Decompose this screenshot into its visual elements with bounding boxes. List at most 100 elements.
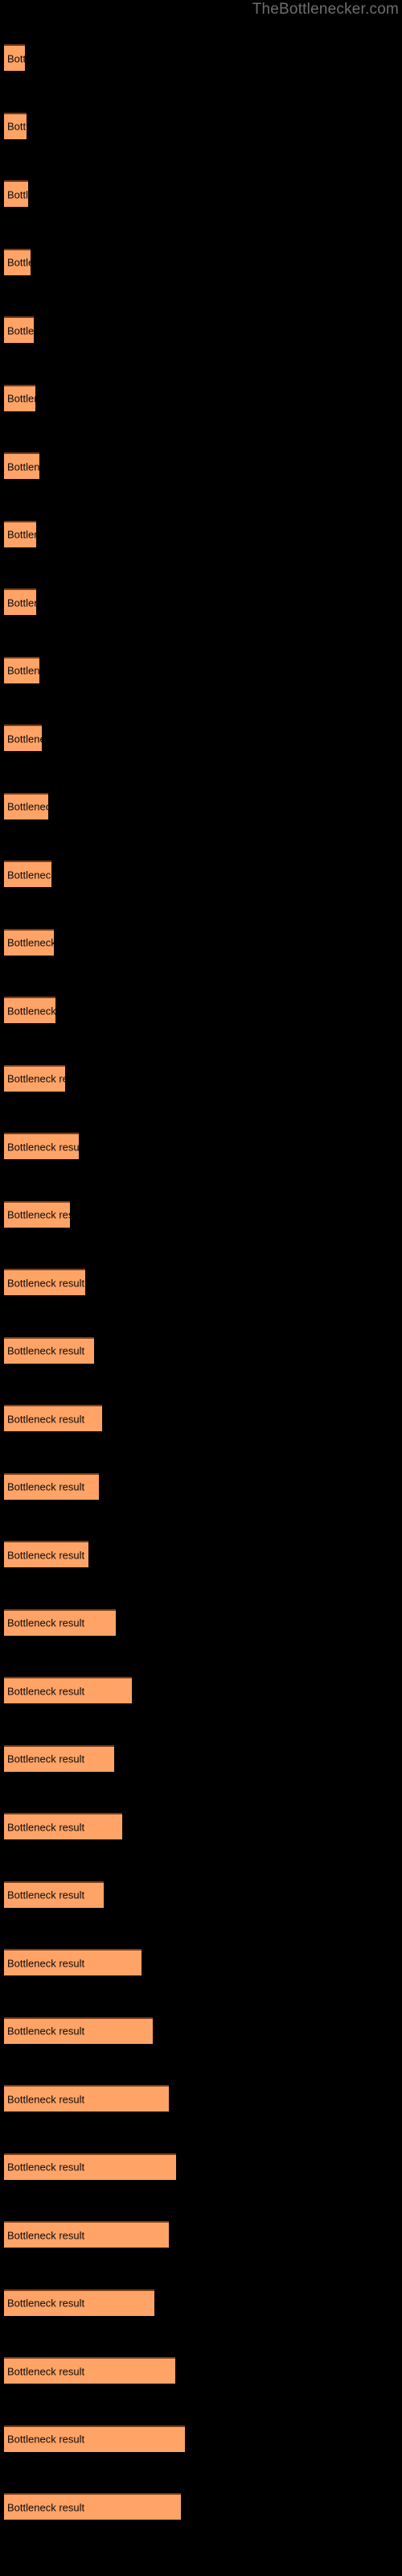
bar-26[interactable]: Bottleneck result bbox=[4, 1744, 114, 1772]
bar-label: Bottleneck result bbox=[7, 936, 54, 949]
bar-row: Bottleneck result bbox=[0, 1813, 402, 1839]
bar-row: Bottleneck result bbox=[0, 248, 402, 275]
bar-label: Bottleneck result bbox=[7, 1277, 85, 1289]
bar-16[interactable]: Bottleneck result bbox=[4, 1064, 65, 1092]
bar-6[interactable]: Bottleneck result bbox=[4, 384, 35, 411]
bar-label: Bottleneck result bbox=[7, 733, 42, 745]
bar-row: Bottleneck result bbox=[0, 1405, 402, 1431]
bar-row: Bottleneck result bbox=[0, 997, 402, 1023]
bar-row: Bottleneck result bbox=[0, 1064, 402, 1092]
bar-12[interactable]: Bottleneck result bbox=[4, 792, 48, 819]
bar-18[interactable]: Bottleneck result bbox=[4, 1200, 70, 1228]
bar-label: Bottleneck result bbox=[7, 597, 36, 609]
bar-label: Bottleneck result bbox=[7, 2229, 85, 2241]
bar-row: Bottleneck result bbox=[0, 724, 402, 751]
bar-row: Bottleneck result bbox=[0, 112, 402, 139]
bar-row: Bottleneck result bbox=[0, 2425, 402, 2452]
bar-30[interactable]: Bottleneck result bbox=[4, 2017, 153, 2044]
bar-label: Bottleneck result bbox=[7, 2025, 85, 2037]
bar-2[interactable]: Bottleneck result bbox=[4, 112, 27, 139]
bar-label: Bottleneck result bbox=[7, 1141, 79, 1153]
bar-20[interactable]: Bottleneck result bbox=[4, 1336, 94, 1364]
bar-row: Bottleneck result bbox=[0, 316, 402, 343]
bar-label: Bottleneck result bbox=[7, 2501, 85, 2513]
bar-label: Bottleneck result bbox=[7, 2365, 85, 2377]
bar-24[interactable]: Bottleneck result bbox=[4, 1608, 116, 1636]
bar-row: Bottleneck result bbox=[0, 1269, 402, 1295]
bar-row: Bottleneck result bbox=[0, 2493, 402, 2520]
bar-row: Bottleneck result bbox=[0, 2085, 402, 2112]
bar-19[interactable]: Bottleneck result bbox=[4, 1269, 85, 1295]
bar-17[interactable]: Bottleneck result bbox=[4, 1133, 79, 1159]
bar-label: Bottleneck result bbox=[7, 1752, 85, 1765]
bar-row: Bottleneck result bbox=[0, 1677, 402, 1703]
bar-label: Bottleneck result bbox=[7, 1208, 70, 1221]
bar-row: Bottleneck result bbox=[0, 1541, 402, 1567]
bar-7[interactable]: Bottleneck result bbox=[4, 452, 39, 479]
bar-label: Bottleneck result bbox=[7, 1957, 85, 1969]
bar-label: Bottleneck result bbox=[7, 1821, 85, 1833]
bar-8[interactable]: Bottleneck result bbox=[4, 520, 36, 547]
bar-label: Bottleneck result bbox=[7, 120, 27, 133]
bar-21[interactable]: Bottleneck result bbox=[4, 1405, 102, 1431]
bar-32[interactable]: Bottleneck result bbox=[4, 2153, 176, 2180]
bar-34[interactable]: Bottleneck result bbox=[4, 2289, 154, 2316]
bar-29[interactable]: Bottleneck result bbox=[4, 1949, 142, 1975]
bar-row: Bottleneck result bbox=[0, 2289, 402, 2316]
bar-label: Bottleneck result bbox=[7, 869, 51, 881]
bar-label: Bottleneck result bbox=[7, 528, 36, 541]
bar-label: Bottleneck result bbox=[7, 188, 28, 200]
bar-label: Bottleneck result bbox=[7, 1889, 85, 1901]
bar-35[interactable]: Bottleneck result bbox=[4, 2357, 175, 2384]
bar-28[interactable]: Bottleneck result bbox=[4, 1880, 104, 1908]
bar-label: Bottleneck result bbox=[7, 1072, 65, 1085]
bar-15[interactable]: Bottleneck result bbox=[4, 997, 55, 1023]
bar-36[interactable]: Bottleneck result bbox=[4, 2425, 185, 2452]
bar-23[interactable]: Bottleneck result bbox=[4, 1541, 88, 1567]
bar-4[interactable]: Bottleneck result bbox=[4, 248, 31, 275]
bar-row: Bottleneck result bbox=[0, 384, 402, 411]
bar-row: Bottleneck result bbox=[0, 44, 402, 71]
bar-27[interactable]: Bottleneck result bbox=[4, 1813, 122, 1839]
bar-label: Bottleneck result bbox=[7, 1344, 85, 1357]
bar-label: Bottleneck result bbox=[7, 324, 34, 336]
bar-label: Bottleneck result bbox=[7, 1616, 85, 1629]
bar-row: Bottleneck result bbox=[0, 452, 402, 479]
bar-row: Bottleneck result bbox=[0, 1744, 402, 1772]
bar-25[interactable]: Bottleneck result bbox=[4, 1677, 132, 1703]
bar-label: Bottleneck result bbox=[7, 664, 39, 677]
bar-label: Bottleneck result bbox=[7, 1549, 85, 1561]
bar-label: Bottleneck result bbox=[7, 2093, 85, 2105]
bar-row: Bottleneck result bbox=[0, 1472, 402, 1500]
bar-label: Bottleneck result bbox=[7, 460, 39, 473]
bar-label: Bottleneck result bbox=[7, 1413, 85, 1425]
bar-9[interactable]: Bottleneck result bbox=[4, 588, 36, 615]
bar-33[interactable]: Bottleneck result bbox=[4, 2221, 169, 2248]
bar-37[interactable]: Bottleneck result bbox=[4, 2493, 181, 2520]
bar-row: Bottleneck result bbox=[0, 928, 402, 956]
bar-label: Bottleneck result bbox=[7, 256, 31, 269]
bar-row: Bottleneck result bbox=[0, 588, 402, 615]
bar-row: Bottleneck result bbox=[0, 1133, 402, 1159]
bar-row: Bottleneck result bbox=[0, 2017, 402, 2044]
bar-label: Bottleneck result bbox=[7, 800, 48, 813]
bar-label: Bottleneck result bbox=[7, 1005, 55, 1017]
bar-label: Bottleneck result bbox=[7, 52, 25, 64]
bar-row: Bottleneck result bbox=[0, 656, 402, 683]
bar-3[interactable]: Bottleneck result bbox=[4, 180, 28, 207]
bar-1[interactable]: Bottleneck result bbox=[4, 44, 25, 71]
bar-22[interactable]: Bottleneck result bbox=[4, 1472, 99, 1500]
bar-13[interactable]: Bottleneck result bbox=[4, 861, 51, 887]
bar-14[interactable]: Bottleneck result bbox=[4, 928, 54, 956]
bar-row: Bottleneck result bbox=[0, 180, 402, 207]
bar-10[interactable]: Bottleneck result bbox=[4, 656, 39, 683]
bar-label: Bottleneck result bbox=[7, 2297, 85, 2310]
bar-row: Bottleneck result bbox=[0, 1949, 402, 1975]
bar-row: Bottleneck result bbox=[0, 1336, 402, 1364]
bars-plot-area: Bottleneck result Bottleneck result Bottle… bbox=[0, 0, 402, 2576]
bar-row: Bottleneck result bbox=[0, 520, 402, 547]
bar-11[interactable]: Bottleneck result bbox=[4, 724, 42, 751]
bar-5[interactable]: Bottleneck result bbox=[4, 316, 34, 343]
bar-31[interactable]: Bottleneck result bbox=[4, 2085, 169, 2112]
bar-label: Bottleneck result bbox=[7, 1685, 85, 1697]
